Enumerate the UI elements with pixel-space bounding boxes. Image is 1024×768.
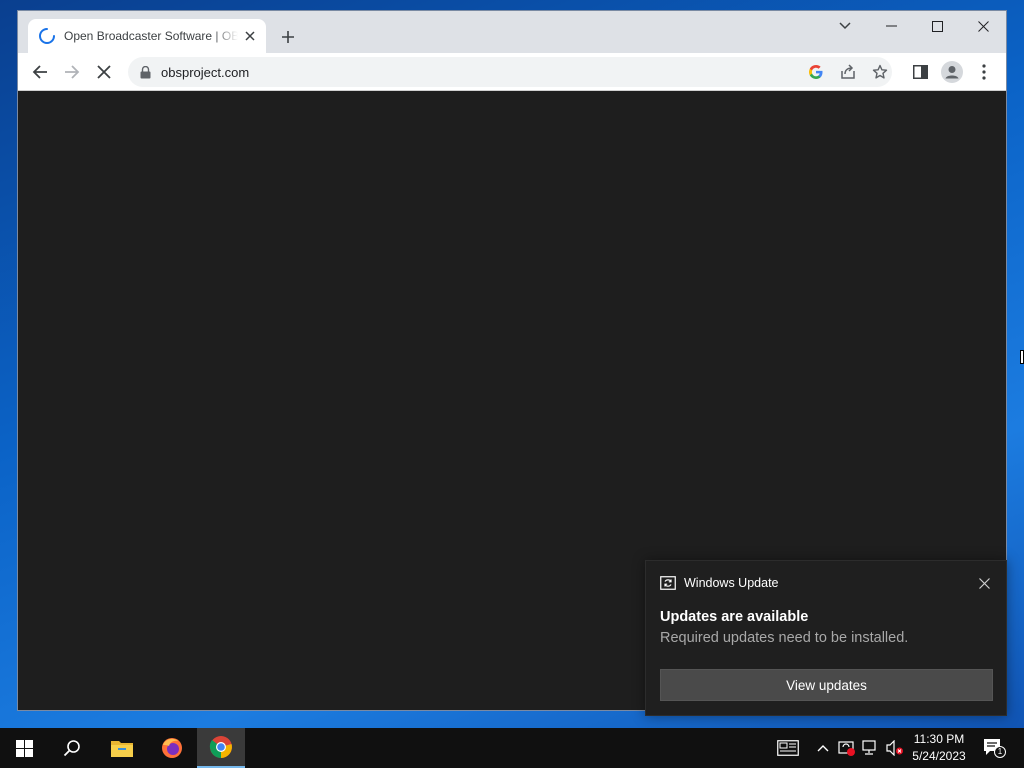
tab-search-button[interactable] (822, 11, 868, 41)
address-bar[interactable]: obsproject.com (128, 57, 892, 87)
side-panel-icon[interactable] (907, 59, 933, 85)
loading-spinner-icon (38, 27, 56, 45)
notification-title: Updates are available (660, 609, 809, 625)
start-button[interactable] (0, 728, 48, 768)
show-hidden-icons-chevron-icon[interactable] (813, 738, 833, 758)
firefox-icon (160, 736, 184, 760)
minimize-button[interactable] (868, 11, 914, 41)
maximize-button[interactable] (914, 11, 960, 41)
share-icon[interactable] (836, 60, 860, 84)
windows-logo-icon (15, 739, 33, 757)
action-center-button[interactable]: 1 (982, 738, 1006, 758)
new-tab-button[interactable] (277, 26, 299, 48)
taskbar-file-explorer[interactable] (98, 728, 146, 768)
stop-loading-button[interactable] (91, 59, 117, 85)
windows-update-icon (660, 576, 676, 590)
mouse-cursor (1020, 350, 1024, 364)
tab-close-icon[interactable] (242, 28, 258, 44)
clock-date: 5/24/2023 (912, 749, 966, 763)
windows-update-notification: Windows Update Updates are available Req… (645, 560, 1007, 716)
clock-time: 11:30 PM (913, 732, 965, 746)
tab-strip: Open Broadcaster Software | OBS (18, 11, 1006, 53)
taskbar-clock[interactable]: 11:30 PM 5/24/2023 (905, 731, 973, 765)
lock-icon[interactable] (140, 65, 151, 79)
notification-body: Required updates need to be installed. (660, 630, 909, 646)
taskbar-chrome[interactable] (197, 728, 245, 768)
notification-count-badge: 1 (994, 746, 1006, 758)
taskbar-firefox[interactable] (148, 728, 196, 768)
tab-obs[interactable]: Open Broadcaster Software | OBS (28, 19, 266, 53)
tab-title: Open Broadcaster Software | OBS (64, 29, 238, 43)
menu-kebab-icon[interactable] (971, 59, 997, 85)
browser-toolbar: obsproject.com (18, 53, 1006, 91)
taskbar-search-button[interactable] (48, 728, 96, 768)
notification-center-icon: 1 (983, 738, 1006, 758)
taskbar: 11:30 PM 5/24/2023 1 (0, 728, 1024, 768)
windows-update-tray-icon[interactable] (837, 738, 857, 758)
file-explorer-icon (110, 738, 134, 758)
notification-app-name: Windows Update (684, 576, 779, 590)
volume-muted-icon[interactable] (885, 738, 905, 758)
back-button[interactable] (27, 59, 53, 85)
url-text: obsproject.com (161, 64, 250, 80)
search-icon (63, 739, 81, 757)
notification-close-icon[interactable] (976, 575, 992, 591)
chrome-icon (209, 735, 233, 759)
network-icon[interactable] (861, 738, 881, 758)
profile-avatar[interactable] (939, 59, 965, 85)
bookmark-star-icon[interactable] (868, 60, 892, 84)
google-lens-icon[interactable] (804, 60, 828, 84)
news-and-interests-icon[interactable] (776, 738, 800, 758)
close-window-button[interactable] (960, 11, 1006, 41)
forward-button[interactable] (59, 59, 85, 85)
view-updates-button[interactable]: View updates (660, 669, 993, 701)
